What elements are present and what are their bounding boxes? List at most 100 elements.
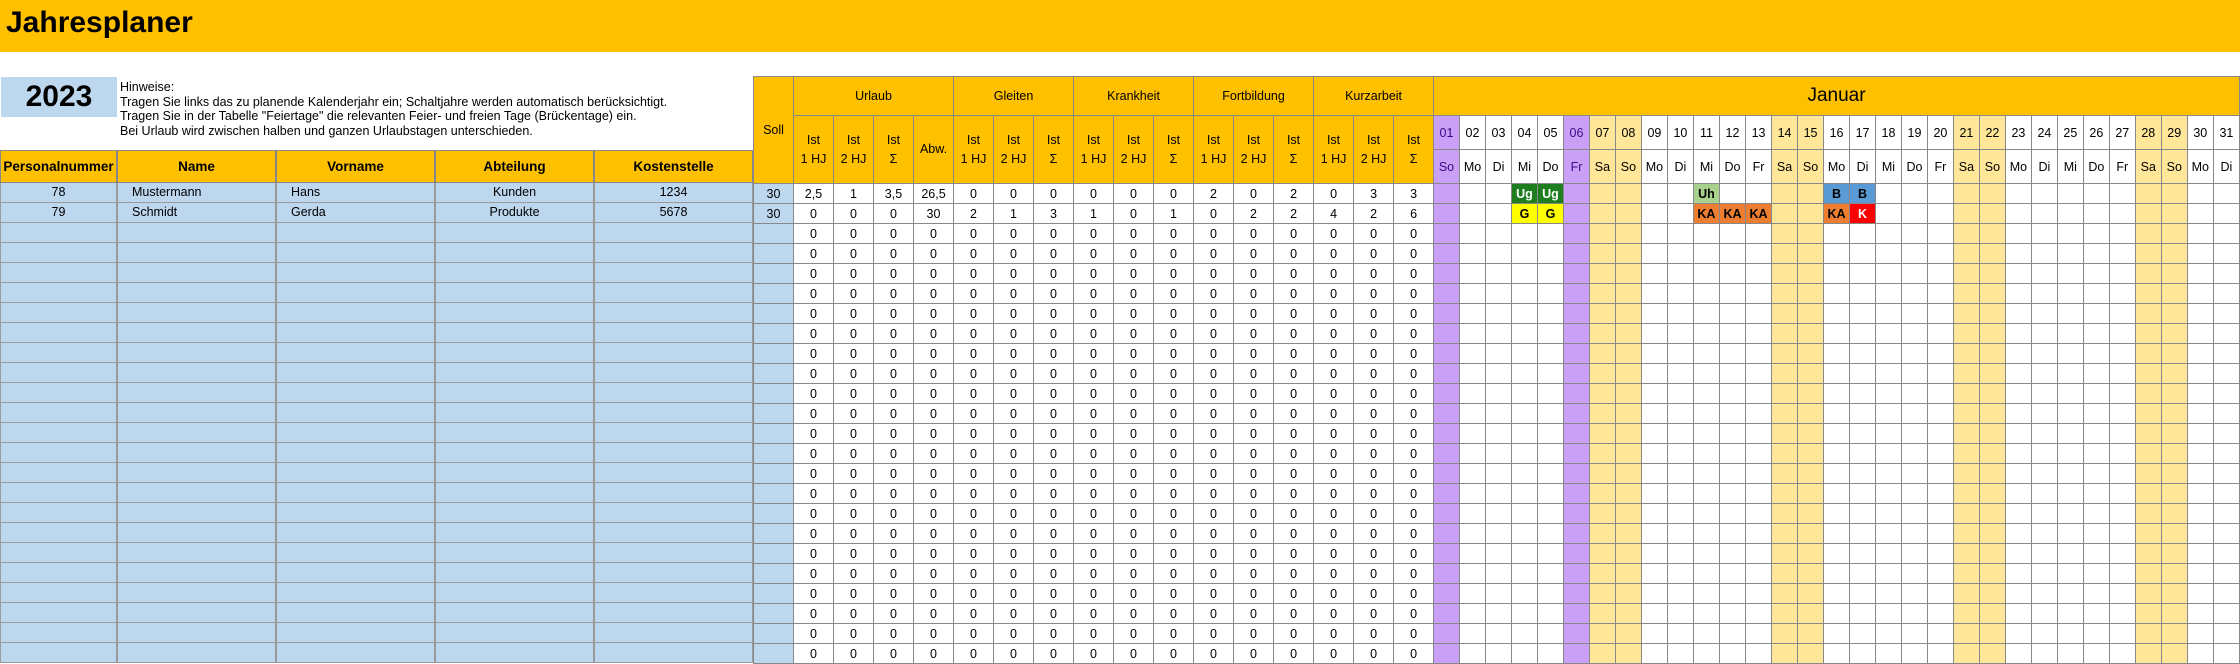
employee-cell-kst[interactable]: [594, 483, 753, 503]
day-cell[interactable]: [1536, 263, 1565, 284]
day-cell[interactable]: [1588, 323, 1616, 344]
day-entry[interactable]: Ug: [1510, 183, 1538, 204]
day-cell[interactable]: [1640, 223, 1668, 244]
employee-cell-kst[interactable]: [594, 303, 753, 323]
day-cell[interactable]: [2186, 403, 2214, 424]
soll-cell[interactable]: [753, 263, 794, 284]
day-cell[interactable]: [1926, 543, 1954, 564]
day-cell[interactable]: [1926, 223, 1954, 244]
day-cell[interactable]: [1433, 203, 1460, 224]
day-cell[interactable]: [2186, 503, 2214, 524]
day-cell[interactable]: [1900, 243, 1928, 264]
day-cell[interactable]: [1433, 423, 1460, 444]
day-cell[interactable]: [1849, 523, 1877, 544]
day-cell[interactable]: [2030, 583, 2058, 604]
day-cell[interactable]: [1485, 543, 1512, 564]
day-cell[interactable]: [1536, 223, 1565, 244]
day-cell[interactable]: [2186, 363, 2214, 384]
day-cell[interactable]: [1771, 463, 1799, 484]
day-cell[interactable]: [1875, 363, 1902, 384]
day-cell[interactable]: [1510, 503, 1538, 524]
day-cell[interactable]: [1797, 543, 1825, 564]
soll-cell[interactable]: [753, 503, 794, 524]
day-cell[interactable]: [1926, 423, 1954, 444]
day-cell[interactable]: [1978, 403, 2006, 424]
day-cell[interactable]: [1771, 183, 1799, 204]
header-abteilung[interactable]: Abteilung: [435, 150, 594, 183]
day-cell[interactable]: [1536, 523, 1565, 544]
day-cell[interactable]: [1926, 243, 1954, 264]
year-input[interactable]: 2023: [1, 77, 117, 117]
header-name[interactable]: Name: [117, 150, 276, 183]
day-cell[interactable]: [1563, 463, 1590, 484]
day-cell[interactable]: [2212, 563, 2240, 584]
day-cell[interactable]: [2056, 623, 2084, 644]
employee-cell-vorname[interactable]: [276, 603, 435, 623]
day-cell[interactable]: [2212, 263, 2240, 284]
day-cell[interactable]: [1640, 363, 1668, 384]
employee-cell-abteilung[interactable]: [435, 343, 594, 363]
day-cell[interactable]: [1797, 383, 1825, 404]
day-cell[interactable]: [1771, 623, 1799, 644]
day-cell[interactable]: [1978, 263, 2006, 284]
soll-cell[interactable]: [753, 283, 794, 304]
day-cell[interactable]: [1744, 503, 1773, 524]
day-cell[interactable]: [1433, 543, 1460, 564]
employee-cell-vorname[interactable]: [276, 443, 435, 463]
day-cell[interactable]: [1666, 303, 1694, 324]
day-cell[interactable]: [1900, 343, 1928, 364]
day-cell[interactable]: [1823, 243, 1851, 264]
day-cell[interactable]: [1433, 343, 1460, 364]
day-cell[interactable]: [1952, 583, 1980, 604]
day-cell[interactable]: [1744, 423, 1773, 444]
day-cell[interactable]: [2082, 383, 2110, 404]
day-cell[interactable]: [1771, 243, 1799, 264]
day-cell[interactable]: [1614, 583, 1642, 604]
day-cell[interactable]: [2134, 243, 2162, 264]
day-cell[interactable]: [1744, 183, 1773, 204]
day-cell[interactable]: [1614, 463, 1642, 484]
day-cell[interactable]: [1771, 443, 1799, 464]
day-cell[interactable]: [1718, 543, 1747, 564]
day-cell[interactable]: [1771, 503, 1799, 524]
day-cell[interactable]: [2186, 383, 2214, 404]
day-cell[interactable]: [2186, 603, 2214, 624]
day-cell[interactable]: [1849, 303, 1877, 324]
day-cell[interactable]: [2186, 483, 2214, 504]
day-cell[interactable]: [2186, 423, 2214, 444]
day-cell[interactable]: [1588, 183, 1616, 204]
day-cell[interactable]: [1536, 563, 1565, 584]
employee-cell-name[interactable]: [117, 443, 276, 463]
day-cell[interactable]: [1978, 323, 2006, 344]
day-cell[interactable]: [1797, 503, 1825, 524]
day-cell[interactable]: [1875, 243, 1902, 264]
day-cell[interactable]: [1718, 563, 1747, 584]
day-cell[interactable]: [1849, 643, 1877, 664]
employee-cell-nr[interactable]: [0, 623, 117, 643]
day-cell[interactable]: [1875, 183, 1902, 204]
day-cell[interactable]: [1536, 643, 1565, 664]
day-cell[interactable]: [1797, 323, 1825, 344]
day-cell[interactable]: [2056, 283, 2084, 304]
employee-cell-kst[interactable]: [594, 223, 753, 243]
day-cell[interactable]: [1458, 523, 1487, 544]
day-cell[interactable]: [1433, 603, 1460, 624]
day-cell[interactable]: [1926, 323, 1954, 344]
day-cell[interactable]: [1797, 203, 1825, 224]
day-cell[interactable]: [1926, 483, 1954, 504]
day-cell[interactable]: [1823, 403, 1851, 424]
employee-cell-kst[interactable]: [594, 343, 753, 363]
day-cell[interactable]: [2212, 503, 2240, 524]
day-cell[interactable]: [2134, 403, 2162, 424]
day-cell[interactable]: [1692, 283, 1720, 304]
day-cell[interactable]: [2030, 303, 2058, 324]
employee-cell-abteilung[interactable]: [435, 463, 594, 483]
day-cell[interactable]: [1536, 283, 1565, 304]
employee-cell-name[interactable]: [117, 343, 276, 363]
day-cell[interactable]: [1563, 623, 1590, 644]
day-cell[interactable]: [1458, 643, 1487, 664]
soll-cell[interactable]: [753, 403, 794, 424]
day-cell[interactable]: [2030, 603, 2058, 624]
day-cell[interactable]: [1458, 423, 1487, 444]
day-cell[interactable]: [1926, 183, 1954, 204]
